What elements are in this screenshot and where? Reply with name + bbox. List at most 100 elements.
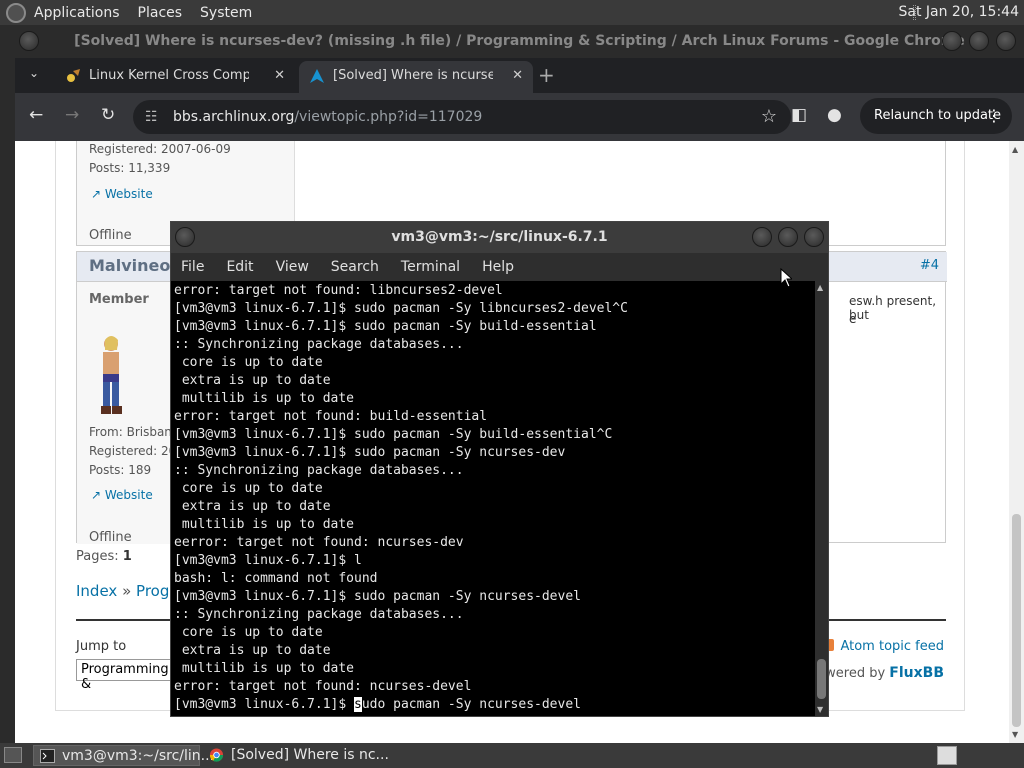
relaunch-label: Relaunch to update [874,108,1002,123]
terminal-line: multilib is up to date [174,391,355,406]
terminal-line: [vm3@vm3 linux-6.7.1]$ l [174,553,362,568]
new-tab-plus-icon[interactable]: + [538,63,555,87]
url-host: bbs.archlinux.org [173,109,295,125]
terminal-line: :: Synchronizing package databases... [174,607,464,622]
tab-linux-kernel[interactable]: Linux Kernel Cross Compilati ✕ [55,61,295,93]
terminal-line: [vm3@vm3 linux-6.7.1]$ sudo pacman -Sy l… [174,301,628,316]
post-2-website-link[interactable]: ↗ Website [91,488,153,502]
close-icon[interactable] [996,31,1016,51]
window-menu-icon[interactable] [19,31,39,51]
terminal-line: extra is up to date [174,499,331,514]
terminal-line: [vm3@vm3 linux-6.7.1]$ sudo pacman -Sy n… [174,589,581,604]
reload-icon[interactable]: ↻ [101,105,115,125]
powered-by: Powered by FluxBB [809,665,944,681]
distro-logo-icon[interactable] [6,2,26,23]
chrome-window-title: [Solved] Where is ncurses-dev? (missing … [74,33,965,49]
post-2-posts: Posts: 189 [89,463,152,477]
bookmark-star-icon[interactable]: ☆ [761,100,777,134]
terminal-scrollbar[interactable]: ▲ ▼ [815,281,828,716]
crumb-index-link[interactable]: Index [76,582,117,600]
terminal-menubar: File Edit View Search Terminal Help [171,253,828,281]
minimize-icon[interactable] [752,227,772,247]
maximize-icon[interactable] [969,31,989,51]
menu-places[interactable]: Places [138,5,183,21]
chrome-toolbar: ← → ↻ ☷ bbs.archlinux.org/viewtopic.php?… [15,93,1024,141]
terminal-menu-view[interactable]: View [276,259,309,275]
scroll-down-arrow-icon[interactable]: ▼ [1012,730,1018,739]
jump-to-select[interactable]: Programming & [76,659,176,692]
post-2-number[interactable]: #4 [920,258,939,273]
terminal-line: :: Synchronizing package databases... [174,337,464,352]
taskbar-item-terminal[interactable]: vm3@vm3:~/src/lin... [33,745,214,766]
page-scrollbar[interactable]: ▲ ▼ [1009,141,1024,743]
terminal-line: bash: l: command not found [174,571,378,586]
bottom-taskbar: vm3@vm3:~/src/lin... [Solved] Where is n… [0,743,1024,768]
tab-close-icon[interactable]: ✕ [512,61,523,91]
minimize-icon[interactable] [942,31,962,51]
terminal-prompt-line[interactable]: [vm3@vm3 linux-6.7.1]$ sudo pacman -Sy n… [174,696,814,714]
relaunch-button[interactable]: Relaunch to update ⋮ [860,98,1012,134]
page-scrollbar-thumb[interactable] [1012,514,1021,727]
window-menu-icon[interactable] [175,227,195,247]
tab-strip: ⌄ Linux Kernel Cross Compilati ✕ [Solved… [15,58,1024,93]
terminal-line: extra is up to date [174,643,331,658]
terminal-scrollbar-thumb[interactable] [817,659,826,699]
external-link-icon: ↗ [91,488,105,502]
tab-label: Linux Kernel Cross Compilati [89,68,249,83]
text-cursor: s [354,697,362,712]
tab-solved-ncurses[interactable]: [Solved] Where is ncurses-de ✕ [299,61,533,93]
post-1-website-link[interactable]: ↗ Website [91,187,153,201]
terminal-menu-search[interactable]: Search [331,259,379,275]
terminal-icon [40,749,55,763]
terminal-window[interactable]: vm3@vm3:~/src/linux-6.7.1 File Edit View… [170,221,829,717]
show-desktop-icon[interactable] [4,747,22,763]
post-2-user-title: Member [89,292,149,307]
taskbar-item-label: vm3@vm3:~/src/lin... [62,748,214,764]
post-2-body-fragment: esw.h present, but [849,294,937,322]
breadcrumb: Index » Progra [76,582,185,600]
terminal-menu-help[interactable]: Help [482,259,514,275]
site-info-icon[interactable]: ☷ [145,100,158,134]
panel-clock[interactable]: Sat Jan 20, 15:44 [899,4,1020,20]
taskbar-item-label: [Solved] Where is nc... [231,747,389,763]
terminal-line: multilib is up to date [174,517,355,532]
post-1-posts: Posts: 11,339 [89,161,171,175]
forward-arrow-icon[interactable]: → [65,105,79,125]
close-icon[interactable] [804,227,824,247]
post-2-from: From: Brisbane [89,425,180,439]
address-bar[interactable]: ☷ bbs.archlinux.org/viewtopic.php?id=117… [133,100,791,134]
scroll-up-arrow-icon[interactable]: ▲ [817,283,823,292]
terminal-line: core is up to date [174,355,323,370]
post-1-status: Offline [89,228,132,243]
menu-applications[interactable]: Applications [34,5,120,21]
side-panel-icon[interactable]: ◧ [791,105,807,125]
back-arrow-icon[interactable]: ← [29,105,43,125]
menu-system[interactable]: System [200,5,252,21]
atom-feed-link[interactable]: Atom topic feed [822,639,944,654]
arch-logo-icon [310,69,324,83]
terminal-line: eerror: target not found: ncurses-dev [174,535,464,550]
pages-label: Pages: 1 [76,549,132,564]
terminal-menu-file[interactable]: File [181,259,204,275]
terminal-output[interactable]: error: target not found: libncurses2-dev… [174,282,814,716]
scroll-up-arrow-icon[interactable]: ▲ [1012,145,1018,154]
terminal-titlebar[interactable]: vm3@vm3:~/src/linux-6.7.1 [171,222,828,253]
chrome-titlebar[interactable]: [Solved] Where is ncurses-dev? (missing … [15,25,1024,58]
scroll-down-arrow-icon[interactable]: ▼ [817,705,823,714]
tab-label: [Solved] Where is ncurses-de [333,68,493,83]
chrome-menu-icon[interactable]: ⋮ [986,98,1002,134]
fluxbb-link[interactable]: FluxBB [889,665,944,681]
workspace-switcher[interactable] [937,746,957,765]
tab-close-icon[interactable]: ✕ [274,61,285,91]
terminal-menu-terminal[interactable]: Terminal [401,259,460,275]
maximize-icon[interactable] [778,227,798,247]
post-1-registered: Registered: 2007-06-09 [89,142,231,156]
mouse-cursor-icon [780,268,792,288]
tab-search-chevron-icon[interactable]: ⌄ [29,66,39,80]
profile-icon[interactable]: ● [827,105,842,125]
terminal-line: [vm3@vm3 linux-6.7.1]$ sudo pacman -Sy b… [174,319,597,334]
terminal-menu-edit[interactable]: Edit [226,259,253,275]
url-path: /viewtopic.php?id=117029 [294,109,483,125]
terminal-line: [vm3@vm3 linux-6.7.1]$ sudo pacman -Sy n… [174,445,566,460]
taskbar-item-chrome[interactable]: [Solved] Where is nc... [203,745,389,766]
